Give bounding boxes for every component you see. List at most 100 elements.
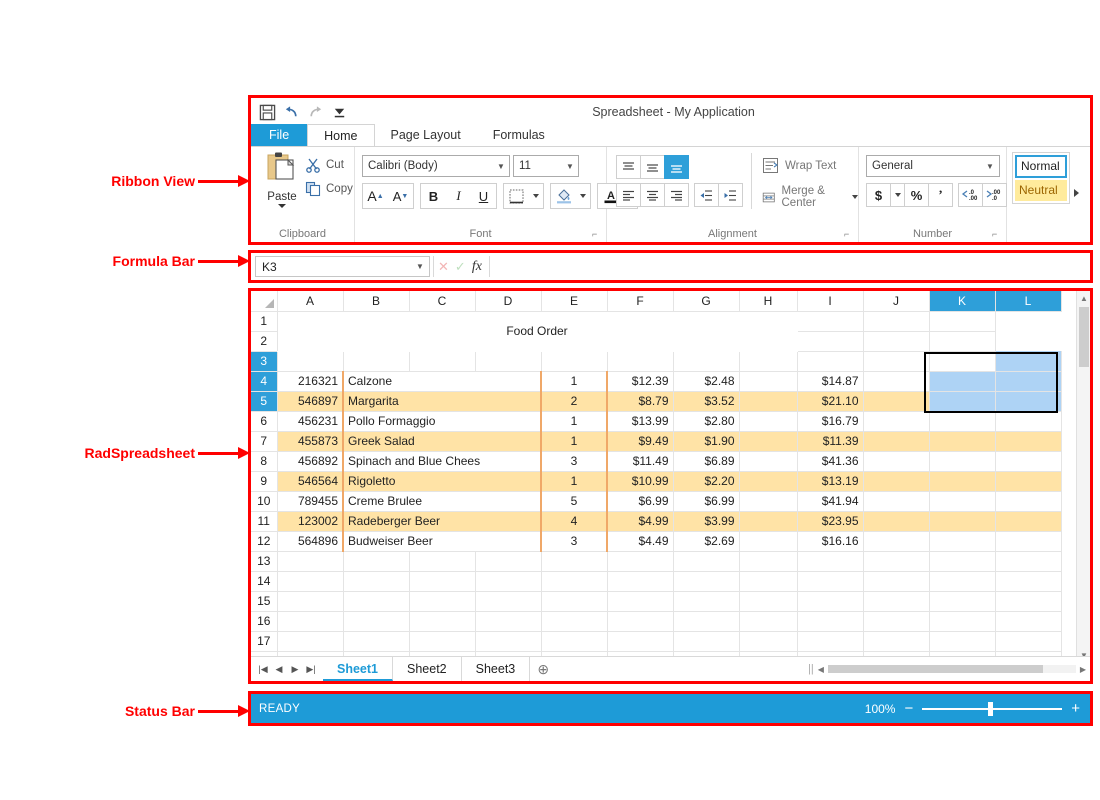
cell-G6[interactable]: $2.80 (673, 411, 739, 431)
cell-E5[interactable]: 2 (541, 391, 607, 411)
cell-L10[interactable] (995, 491, 1061, 511)
borders-caret-icon[interactable] (529, 184, 543, 208)
cell-K13[interactable] (929, 551, 995, 571)
cell-K17[interactable] (929, 631, 995, 651)
cell-J16[interactable] (863, 611, 929, 631)
cell-I13[interactable] (797, 551, 863, 571)
increase-indent-button[interactable] (718, 183, 743, 207)
cell-L7[interactable] (995, 431, 1061, 451)
align-right-button[interactable] (664, 183, 689, 207)
decrease-decimal-button[interactable]: .00 .0 (982, 183, 1007, 207)
column-header-B[interactable]: B (343, 291, 409, 311)
borders-button[interactable] (504, 184, 529, 208)
cell-E13[interactable] (541, 551, 607, 571)
cell-G9[interactable]: $2.20 (673, 471, 739, 491)
horizontal-scroll-track[interactable] (828, 665, 1076, 673)
cell-F8[interactable]: $11.49 (607, 451, 673, 471)
cell-B8[interactable]: Spinach and Blue Chees (343, 451, 541, 471)
scroll-left-arrow-icon[interactable]: ◀ (818, 665, 824, 674)
cell-J17[interactable] (863, 631, 929, 651)
cell-L5[interactable] (995, 391, 1061, 411)
cell-E15[interactable] (541, 591, 607, 611)
cell-L11[interactable] (995, 511, 1061, 531)
cell-K15[interactable] (929, 591, 995, 611)
number-format-caret-icon[interactable]: ▼ (981, 162, 999, 171)
cell-H16[interactable] (739, 611, 797, 631)
add-sheet-icon[interactable]: ⊕ (530, 661, 556, 678)
cell-E8[interactable]: 3 (541, 451, 607, 471)
cell-J9[interactable] (863, 471, 929, 491)
cell-L6[interactable] (995, 411, 1061, 431)
cell-B17[interactable] (343, 631, 409, 651)
cell-G5[interactable]: $3.52 (673, 391, 739, 411)
cell-G8[interactable]: $6.89 (673, 451, 739, 471)
cell-I11[interactable]: $23.95 (797, 511, 863, 531)
cell-L13[interactable] (995, 551, 1061, 571)
cell-K1[interactable] (863, 311, 929, 331)
sheet-tab-sheet1[interactable]: Sheet1 (323, 657, 393, 681)
next-sheet-icon[interactable]: ▶ (288, 664, 302, 675)
style-normal[interactable]: Normal (1015, 155, 1067, 178)
cell-A4[interactable]: 216321 (277, 371, 343, 391)
cell-F14[interactable] (607, 571, 673, 591)
cell-A11[interactable]: 123002 (277, 511, 343, 531)
scroll-up-arrow-icon[interactable]: ▲ (1077, 291, 1091, 305)
ribbon-tab-file[interactable]: File (251, 124, 307, 146)
cell-title-food-order[interactable]: Food Order (277, 311, 797, 351)
cell-A17[interactable] (277, 631, 343, 651)
cell-B11[interactable]: Radeberger Beer (343, 511, 541, 531)
merge-center-caret-icon[interactable] (852, 195, 858, 199)
cell-D14[interactable] (475, 571, 541, 591)
cell-A3[interactable] (277, 351, 343, 371)
italic-button[interactable]: I (446, 184, 471, 208)
cell-B10[interactable]: Creme Brulee (343, 491, 541, 511)
ribbon-tab-formulas[interactable]: Formulas (477, 124, 561, 146)
row-header-8[interactable]: 8 (251, 451, 277, 471)
shrink-font-button[interactable]: A▼ (388, 184, 413, 208)
cell-H11[interactable] (739, 511, 797, 531)
formula-input[interactable] (489, 256, 1086, 277)
cell-G10[interactable]: $6.99 (673, 491, 739, 511)
cell-H5[interactable] (739, 391, 797, 411)
cell-B16[interactable] (343, 611, 409, 631)
cell-D15[interactable] (475, 591, 541, 611)
decrease-indent-button[interactable] (694, 183, 719, 207)
cell-B9[interactable]: Rigoletto (343, 471, 541, 491)
cell-C13[interactable] (409, 551, 475, 571)
cell-G11[interactable]: $3.99 (673, 511, 739, 531)
first-sheet-icon[interactable]: |◀ (256, 664, 270, 675)
column-header-D[interactable]: D (475, 291, 541, 311)
cell-K10[interactable] (929, 491, 995, 511)
cell-C15[interactable] (409, 591, 475, 611)
fill-color-button[interactable] (551, 184, 576, 208)
row-header-9[interactable]: 9 (251, 471, 277, 491)
styles-gallery-more-icon[interactable] (1074, 189, 1079, 197)
cell-E9[interactable]: 1 (541, 471, 607, 491)
cell-J1[interactable] (797, 311, 863, 331)
cell-B13[interactable] (343, 551, 409, 571)
cell-J2[interactable] (797, 331, 863, 351)
cell-K14[interactable] (929, 571, 995, 591)
cell-A14[interactable] (277, 571, 343, 591)
cancel-formula-icon[interactable]: ✕ (438, 259, 449, 275)
cell-I14[interactable] (797, 571, 863, 591)
sheet-tab-sheet2[interactable]: Sheet2 (393, 657, 462, 681)
row-header-5[interactable]: 5 (251, 391, 277, 411)
column-header-L[interactable]: L (995, 291, 1061, 311)
cell-H8[interactable] (739, 451, 797, 471)
font-dialog-launcher[interactable]: ⌐ (592, 230, 601, 239)
cell-K8[interactable] (929, 451, 995, 471)
font-size-caret-icon[interactable]: ▼ (562, 162, 578, 171)
align-center-button[interactable] (640, 183, 665, 207)
name-box[interactable]: K3 ▼ (255, 256, 430, 277)
column-header-E[interactable]: E (541, 291, 607, 311)
row-header-10[interactable]: 10 (251, 491, 277, 511)
cell-L16[interactable] (995, 611, 1061, 631)
cell-I17[interactable] (797, 631, 863, 651)
cell-J4[interactable] (863, 371, 929, 391)
cell-G7[interactable]: $1.90 (673, 431, 739, 451)
cell-L12[interactable] (995, 531, 1061, 551)
column-header-I[interactable]: I (797, 291, 863, 311)
font-name-caret-icon[interactable]: ▼ (493, 162, 509, 171)
vertical-scrollbar[interactable]: ▲ ▼ (1076, 291, 1090, 662)
